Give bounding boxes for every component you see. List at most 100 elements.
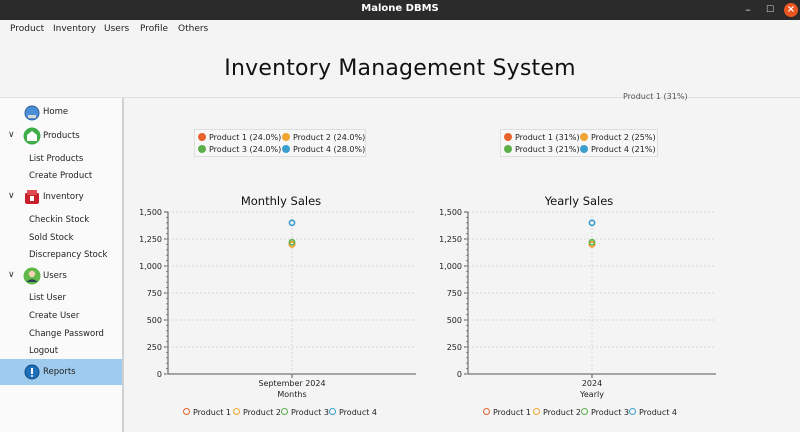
product-2-dot-icon — [282, 133, 290, 141]
legend-label: Product 4 (28.0%) — [293, 145, 366, 154]
legend-item: Product 4 (21%) — [580, 145, 656, 154]
y-tick-label: 1,500 — [139, 208, 162, 217]
product-2-ring-icon — [233, 408, 240, 415]
product-4-dot-icon — [580, 145, 588, 153]
legend-item: Product 4 — [629, 408, 677, 417]
home-icon — [24, 105, 40, 121]
sidebar-item-logout[interactable]: Logout — [29, 346, 58, 356]
y-tick-label: 0 — [457, 370, 462, 379]
legend-item: Product 1 (24.0%) — [198, 133, 281, 142]
chevron-down-icon: ∨ — [8, 191, 15, 201]
product-4-ring-icon — [629, 408, 636, 415]
product-4-ring-icon — [329, 408, 336, 415]
sidebar-label-users: Users — [43, 271, 67, 281]
legend-item: Product 3 (21%) — [504, 145, 580, 154]
y-tick-label: 250 — [147, 343, 162, 352]
x-tick-label: 2024 — [582, 379, 602, 388]
legend-item: Product 3 — [281, 408, 329, 417]
sidebar-item-list-user[interactable]: List User — [29, 293, 66, 303]
monthly-sales-chart: 0 250 500 750 1,000 1,250 1,500 September 2024 M… — [139, 208, 416, 399]
sidebar-item-products[interactable]: ∨ Products — [0, 125, 122, 149]
sidebar: Home ∨ Products List Products Create Pro… — [0, 98, 124, 432]
legend-item: Product 3 — [581, 408, 629, 417]
sidebar-item-list-products[interactable]: List Products — [29, 154, 83, 164]
sidebar-label-inventory: Inventory — [43, 192, 84, 202]
legend-label: Product 3 — [591, 408, 630, 417]
sidebar-item-users[interactable]: ∨ Users — [0, 265, 122, 289]
y-tick-label: 1,250 — [139, 235, 162, 244]
sidebar-item-create-user[interactable]: Create User — [29, 311, 79, 321]
y-tick-label: 1,000 — [139, 262, 162, 271]
menu-bar: Product Inventory Users Profile Others — [0, 20, 800, 40]
menu-profile[interactable]: Profile — [140, 24, 168, 34]
sidebar-item-reports[interactable]: Reports — [0, 359, 122, 385]
sidebar-item-checkin-stock[interactable]: Checkin Stock — [29, 215, 89, 225]
y-tick-label: 750 — [147, 289, 162, 298]
chart-legend-monthly: Product 1 Product 2 Product 3 Product 4 — [183, 407, 403, 421]
product-3-ring-icon — [281, 408, 288, 415]
sidebar-item-create-product[interactable]: Create Product — [29, 171, 92, 181]
product-1-ring-icon — [483, 408, 490, 415]
menu-users[interactable]: Users — [104, 24, 129, 34]
menu-others[interactable]: Others — [178, 24, 208, 34]
y-tick-label: 0 — [157, 370, 162, 379]
legend-item: Product 1 — [483, 408, 531, 417]
legend-label: Product 2 (25%) — [591, 133, 656, 142]
legend-label: Product 4 — [339, 408, 378, 417]
legend-label: Product 3 (21%) — [515, 145, 580, 154]
pie-slice-label: Product 1 (31%) — [623, 92, 688, 101]
y-tick-label: 250 — [447, 343, 462, 352]
page-title: Inventory Management System — [224, 56, 576, 81]
product-2-ring-icon — [533, 408, 540, 415]
legend-label: Product 2 — [543, 408, 582, 417]
chevron-down-icon: ∨ — [8, 270, 15, 280]
legend-label: Product 2 — [243, 408, 282, 417]
sidebar-item-inventory[interactable]: ∨ Inventory — [0, 186, 122, 210]
legend-item: Product 2 — [233, 408, 281, 417]
user-icon — [23, 267, 41, 285]
y-tick-label: 500 — [147, 316, 162, 325]
data-point — [588, 219, 596, 227]
legend-label: Product 1 — [193, 408, 232, 417]
close-button[interactable]: × — [784, 3, 798, 17]
chart-legend-yearly: Product 1 Product 2 Product 3 Product 4 — [483, 407, 703, 421]
legend-label: Product 1 (24.0%) — [209, 133, 282, 142]
product-3-ring-icon — [581, 408, 588, 415]
products-icon — [23, 127, 41, 145]
inventory-icon — [25, 190, 39, 204]
reports-icon — [24, 364, 40, 380]
legend-item: Product 4 (28.0%) — [282, 145, 365, 154]
app-header: Inventory Management System — [0, 40, 800, 98]
window-title: Malone DBMS — [361, 3, 439, 14]
legend-item: Product 4 — [329, 408, 377, 417]
x-axis-label: Yearly — [579, 390, 604, 399]
product-1-dot-icon — [198, 133, 206, 141]
product-3-dot-icon — [504, 145, 512, 153]
legend-label: Product 3 — [291, 408, 330, 417]
sidebar-item-discrepancy-stock[interactable]: Discrepancy Stock — [29, 250, 107, 260]
legend-label: Product 3 (24.0%) — [209, 145, 282, 154]
legend-item: Product 2 — [533, 408, 581, 417]
menu-inventory[interactable]: Inventory — [53, 24, 96, 34]
legend-item: Product 2 (25%) — [580, 133, 656, 142]
sidebar-label-home: Home — [43, 107, 69, 117]
y-tick-label: 1,000 — [439, 262, 462, 271]
chevron-down-icon: ∨ — [8, 130, 15, 140]
legend-label: Product 1 (31%) — [515, 133, 580, 142]
legend-label: Product 4 (21%) — [591, 145, 656, 154]
data-point — [288, 219, 296, 227]
product-4-dot-icon — [282, 145, 290, 153]
legend-label: Product 4 — [639, 408, 678, 417]
sidebar-item-sold-stock[interactable]: Sold Stock — [29, 233, 74, 243]
pie-legend-yearly: Product 1 (31%) Product 2 (25%) Product … — [500, 129, 658, 157]
product-3-dot-icon — [198, 145, 206, 153]
minimize-button[interactable]: – — [741, 3, 755, 17]
product-1-ring-icon — [183, 408, 190, 415]
y-tick-label: 500 — [447, 316, 462, 325]
sidebar-label-reports: Reports — [43, 367, 76, 377]
legend-item: Product 3 (24.0%) — [198, 145, 281, 154]
sidebar-item-change-password[interactable]: Change Password — [29, 329, 104, 339]
menu-product[interactable]: Product — [10, 24, 44, 34]
sidebar-item-home[interactable]: Home — [0, 101, 122, 125]
maximize-button[interactable]: ☐ — [763, 3, 777, 17]
